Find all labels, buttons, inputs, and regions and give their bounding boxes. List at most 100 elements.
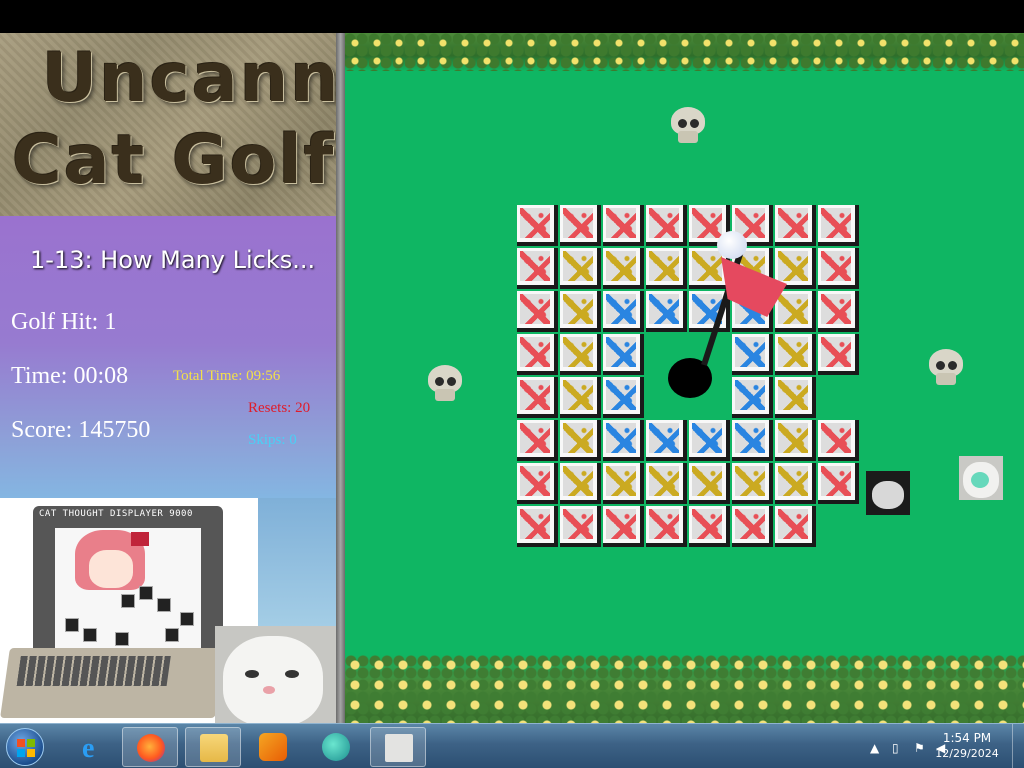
- media-player-button[interactable]: [245, 727, 301, 767]
- tile-yellow: [775, 420, 816, 461]
- tile-red: [517, 205, 558, 246]
- tile-red: [732, 506, 773, 547]
- tile-red: [517, 463, 558, 504]
- tile-red: [517, 506, 558, 547]
- tile-red: [517, 377, 558, 418]
- tile-red: [775, 506, 816, 547]
- internet-explorer-icon: e: [82, 733, 95, 764]
- keyboard-image: [0, 648, 225, 718]
- tile-yellow: [689, 463, 730, 504]
- golf-ball[interactable]: [717, 231, 747, 259]
- clock-time: 1:54 PM: [942, 731, 992, 745]
- tile-yellow: [775, 377, 816, 418]
- tile-blue: [646, 291, 687, 332]
- logo-line-2: Cat Golf: [12, 121, 336, 200]
- tile-red: [818, 291, 859, 332]
- tile-red: [818, 420, 859, 461]
- cat-golf-button[interactable]: [370, 727, 426, 767]
- tile-red: [775, 205, 816, 246]
- chat-app-button[interactable]: [308, 727, 364, 767]
- tile-yellow: [560, 291, 601, 332]
- cat-pixel-icon: [83, 628, 97, 642]
- tile-yellow: [646, 248, 687, 289]
- tile-yellow: [646, 463, 687, 504]
- clock-date: 12/29/2024: [935, 747, 999, 760]
- flower-border-bottom: [345, 655, 1024, 723]
- system-tray: ▲ ▯ ⚑ ◀ 1:54 PM 12/29/2024: [824, 724, 1024, 768]
- top-black-bar: [0, 0, 1024, 33]
- tile-blue: [689, 420, 730, 461]
- game-logo: Uncanny Cat Golf: [0, 33, 336, 216]
- cat-head: [223, 636, 323, 723]
- internet-explorer-button[interactable]: e: [62, 727, 118, 767]
- cat-eye: [285, 670, 299, 678]
- tile-red: [689, 506, 730, 547]
- left-panel: Uncanny Cat Golf 1-13: How Many Licks...…: [0, 33, 345, 723]
- tile-red: [560, 506, 601, 547]
- tile-blue: [603, 377, 644, 418]
- cat-block-light: [959, 456, 1003, 500]
- tile-red: [818, 248, 859, 289]
- flower-border-top: [345, 33, 1024, 71]
- anime-bow: [131, 532, 149, 546]
- cat-pixel-icon: [180, 612, 194, 626]
- tile-yellow: [775, 334, 816, 375]
- tile-red: [517, 420, 558, 461]
- tile-red: [646, 506, 687, 547]
- tile-red: [818, 334, 859, 375]
- network-icon[interactable]: ▯: [892, 741, 899, 755]
- file-explorer-button[interactable]: [185, 727, 241, 767]
- tile-yellow: [603, 463, 644, 504]
- anime-face: [89, 550, 133, 588]
- cat-pixel-icon: [65, 618, 79, 632]
- tile-yellow: [603, 248, 644, 289]
- show-desktop-button[interactable]: [1012, 724, 1024, 768]
- tile-red: [517, 291, 558, 332]
- windows-logo-icon: [17, 739, 35, 757]
- monitor-screen: [55, 528, 201, 658]
- tile-blue: [603, 291, 644, 332]
- level-name: 1-13: How Many Licks...: [30, 246, 316, 274]
- start-button[interactable]: [6, 728, 44, 766]
- tile-blue: [603, 420, 644, 461]
- tile-blue: [732, 377, 773, 418]
- tile-blue: [732, 420, 773, 461]
- tile-red: [818, 463, 859, 504]
- tile-yellow: [775, 291, 816, 332]
- firefox-button[interactable]: [122, 727, 178, 767]
- action-center-flag-icon[interactable]: ⚑: [914, 741, 925, 755]
- total-time: Total Time: 09:56: [173, 368, 281, 384]
- cat-golf-icon: [385, 734, 413, 762]
- tile-yellow: [560, 420, 601, 461]
- score: Score: 145750: [11, 417, 151, 443]
- tile-blue: [646, 420, 687, 461]
- tile-yellow: [732, 463, 773, 504]
- firefox-icon: [137, 734, 165, 762]
- taskbar: e ▲ ▯ ⚑ ◀ 1:54 PM 12/29/2024: [0, 723, 1024, 768]
- golf-course[interactable]: [345, 33, 1024, 723]
- tile-red: [603, 205, 644, 246]
- clock[interactable]: 1:54 PM 12/29/2024: [932, 730, 1002, 762]
- tile-red: [517, 334, 558, 375]
- skull-icon: [426, 365, 464, 403]
- tile-blue: [603, 334, 644, 375]
- tile-blue: [732, 334, 773, 375]
- level-time: Time: 00:08: [11, 363, 129, 389]
- panel-divider: [336, 33, 345, 723]
- tile-red: [560, 205, 601, 246]
- skull-icon: [927, 349, 965, 387]
- show-hidden-icons-icon[interactable]: ▲: [870, 741, 879, 755]
- stats-panel: 1-13: How Many Licks... Golf Hit: 1 Time…: [0, 216, 336, 498]
- cat-pixel-icon: [165, 628, 179, 642]
- logo-line-1: Uncanny: [42, 39, 336, 118]
- cat-pixel-icon: [115, 632, 129, 646]
- skips-counter: Skips: 0: [248, 432, 297, 448]
- tile-yellow: [560, 248, 601, 289]
- cat-block-dark: [866, 471, 910, 515]
- media-player-icon: [259, 733, 287, 761]
- tile-red: [646, 205, 687, 246]
- tile-yellow: [560, 377, 601, 418]
- tile-red: [603, 506, 644, 547]
- chat-app-icon: [322, 733, 350, 761]
- cat-eye: [245, 670, 259, 678]
